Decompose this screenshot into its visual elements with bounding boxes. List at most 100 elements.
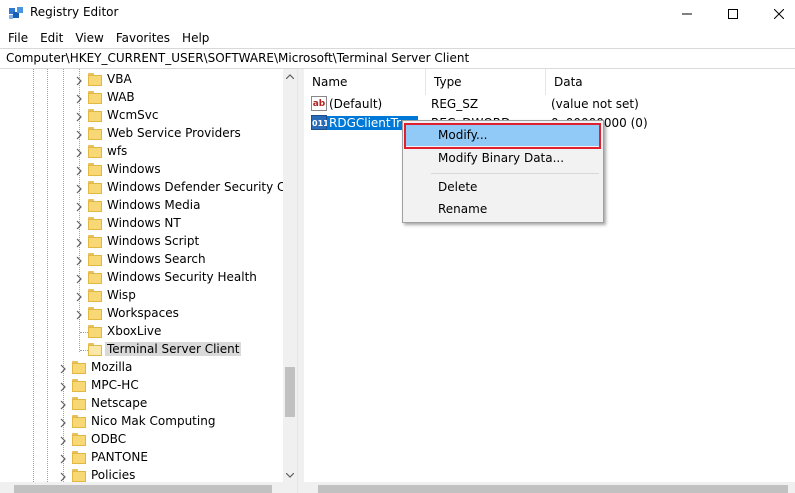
tree-item-mpc-hc[interactable] bbox=[0, 377, 283, 395]
folder-icon bbox=[72, 433, 86, 447]
folder-icon bbox=[88, 181, 102, 195]
chevron-right-icon[interactable] bbox=[74, 111, 84, 122]
chevron-right-icon[interactable] bbox=[74, 75, 84, 86]
column-header-type[interactable]: Type bbox=[426, 69, 546, 95]
tree-item-label: Windows bbox=[107, 162, 161, 176]
menu-help[interactable]: Help bbox=[176, 31, 215, 45]
list-horizontal-scrollbar[interactable] bbox=[304, 482, 795, 493]
tree-item-label: PANTONE bbox=[91, 450, 148, 464]
tree-item-label: VBA bbox=[107, 72, 132, 86]
folder-icon bbox=[72, 379, 86, 393]
tree-item-mozilla[interactable] bbox=[0, 359, 283, 377]
tree-hscroll-thumb[interactable] bbox=[14, 485, 272, 493]
folder-icon bbox=[88, 289, 102, 303]
folder-icon bbox=[88, 235, 102, 249]
column-header-data[interactable]: Data bbox=[546, 69, 795, 95]
close-icon bbox=[774, 8, 784, 19]
tree-scroll-thumb[interactable] bbox=[285, 367, 295, 417]
chevron-right-icon[interactable] bbox=[74, 309, 84, 320]
menu-bar: File Edit View Favorites Help bbox=[0, 27, 795, 48]
chevron-right-icon[interactable] bbox=[58, 381, 68, 392]
tree-item-label: Windows Media bbox=[107, 198, 201, 212]
folder-open-icon bbox=[88, 343, 102, 357]
tree-horizontal-scrollbar[interactable] bbox=[0, 482, 297, 493]
string-value-icon: ab bbox=[311, 96, 327, 111]
minimize-icon bbox=[682, 13, 692, 14]
menu-file[interactable]: File bbox=[2, 31, 34, 45]
scroll-up-arrow-icon[interactable] bbox=[283, 69, 297, 83]
folder-icon bbox=[88, 145, 102, 159]
menu-item-delete[interactable]: Delete bbox=[405, 176, 601, 198]
tree-item-wisp[interactable] bbox=[0, 287, 283, 305]
folder-icon bbox=[88, 73, 102, 87]
chevron-right-icon[interactable] bbox=[58, 417, 68, 428]
value-data: (value not set) bbox=[551, 97, 639, 111]
tree-item-label: Windows Defender Security Cent bbox=[107, 180, 297, 194]
chevron-right-icon[interactable] bbox=[58, 453, 68, 464]
tree-item-label: Policies bbox=[91, 468, 136, 482]
chevron-right-icon[interactable] bbox=[74, 255, 84, 266]
context-menu: Modify... Modify Binary Data... Delete R… bbox=[402, 120, 604, 223]
folder-icon bbox=[88, 253, 102, 267]
chevron-right-icon[interactable] bbox=[74, 219, 84, 230]
scroll-down-arrow-icon[interactable] bbox=[283, 468, 297, 482]
menu-item-modify[interactable]: Modify... bbox=[405, 124, 601, 146]
menu-edit[interactable]: Edit bbox=[34, 31, 69, 45]
tree-vertical-scrollbar[interactable] bbox=[283, 69, 297, 482]
menu-item-rename[interactable]: Rename bbox=[405, 198, 601, 220]
tree-item-label: Workspaces bbox=[107, 306, 179, 320]
tree-item-label: XboxLive bbox=[107, 324, 162, 338]
address-bar[interactable]: Computer\HKEY_CURRENT_USER\SOFTWARE\Micr… bbox=[0, 48, 795, 69]
tree-item-vba[interactable] bbox=[0, 71, 283, 89]
tree-item-label: WAB bbox=[107, 90, 135, 104]
folder-icon bbox=[88, 199, 102, 213]
tree-item-label: Wisp bbox=[107, 288, 136, 302]
folder-icon bbox=[88, 325, 102, 339]
chevron-right-icon[interactable] bbox=[74, 291, 84, 302]
folder-icon bbox=[72, 469, 86, 482]
value-type: REG_SZ bbox=[431, 97, 479, 111]
registry-editor-icon bbox=[9, 7, 23, 19]
folder-icon bbox=[88, 271, 102, 285]
chevron-right-icon[interactable] bbox=[58, 363, 68, 374]
list-header: Name Type Data bbox=[304, 69, 795, 95]
key-tree: VBA WAB WcmSvc Web Service Providers wfs Wind… bbox=[0, 69, 297, 482]
tree-item-wfs[interactable] bbox=[0, 143, 283, 161]
menu-item-modify-binary-data[interactable]: Modify Binary Data... bbox=[405, 147, 601, 169]
column-header-name[interactable]: Name bbox=[304, 69, 426, 95]
tree-guide-line bbox=[80, 350, 88, 351]
chevron-right-icon[interactable] bbox=[74, 237, 84, 248]
chevron-right-icon[interactable] bbox=[74, 129, 84, 140]
menu-favorites[interactable]: Favorites bbox=[110, 31, 176, 45]
tree-item-label: Windows Security Health bbox=[107, 270, 257, 284]
chevron-right-icon[interactable] bbox=[58, 399, 68, 410]
chevron-right-icon[interactable] bbox=[74, 273, 84, 284]
chevron-right-icon[interactable] bbox=[74, 183, 84, 194]
close-button[interactable] bbox=[756, 0, 795, 27]
folder-icon bbox=[88, 127, 102, 141]
tree-item-label: WcmSvc bbox=[107, 108, 159, 122]
tree-item-label: wfs bbox=[107, 144, 128, 158]
chevron-right-icon[interactable] bbox=[74, 165, 84, 176]
tree-item-odbc[interactable] bbox=[0, 431, 283, 449]
tree-item-label: Terminal Server Client bbox=[105, 342, 242, 356]
chevron-right-icon[interactable] bbox=[74, 93, 84, 104]
value-name: (Default) bbox=[329, 97, 383, 111]
folder-icon bbox=[72, 361, 86, 375]
chevron-right-icon[interactable] bbox=[74, 147, 84, 158]
chevron-right-icon[interactable] bbox=[74, 201, 84, 212]
maximize-button[interactable] bbox=[710, 0, 756, 27]
menu-view[interactable]: View bbox=[69, 31, 109, 45]
chevron-right-icon[interactable] bbox=[58, 471, 68, 482]
tree-item-policies[interactable] bbox=[0, 467, 283, 482]
window-title: Registry Editor bbox=[30, 5, 119, 19]
minimize-button[interactable] bbox=[664, 0, 710, 27]
tree-item-label: ODBC bbox=[91, 432, 127, 446]
list-row-default[interactable]: ab (Default) REG_SZ (value not set) bbox=[304, 95, 795, 113]
chevron-right-icon[interactable] bbox=[58, 435, 68, 446]
maximize-icon bbox=[728, 8, 738, 19]
pane-splitter[interactable] bbox=[297, 69, 304, 493]
tree-item-wab[interactable] bbox=[0, 89, 283, 107]
folder-icon bbox=[72, 415, 86, 429]
list-hscroll-thumb[interactable] bbox=[318, 485, 788, 493]
